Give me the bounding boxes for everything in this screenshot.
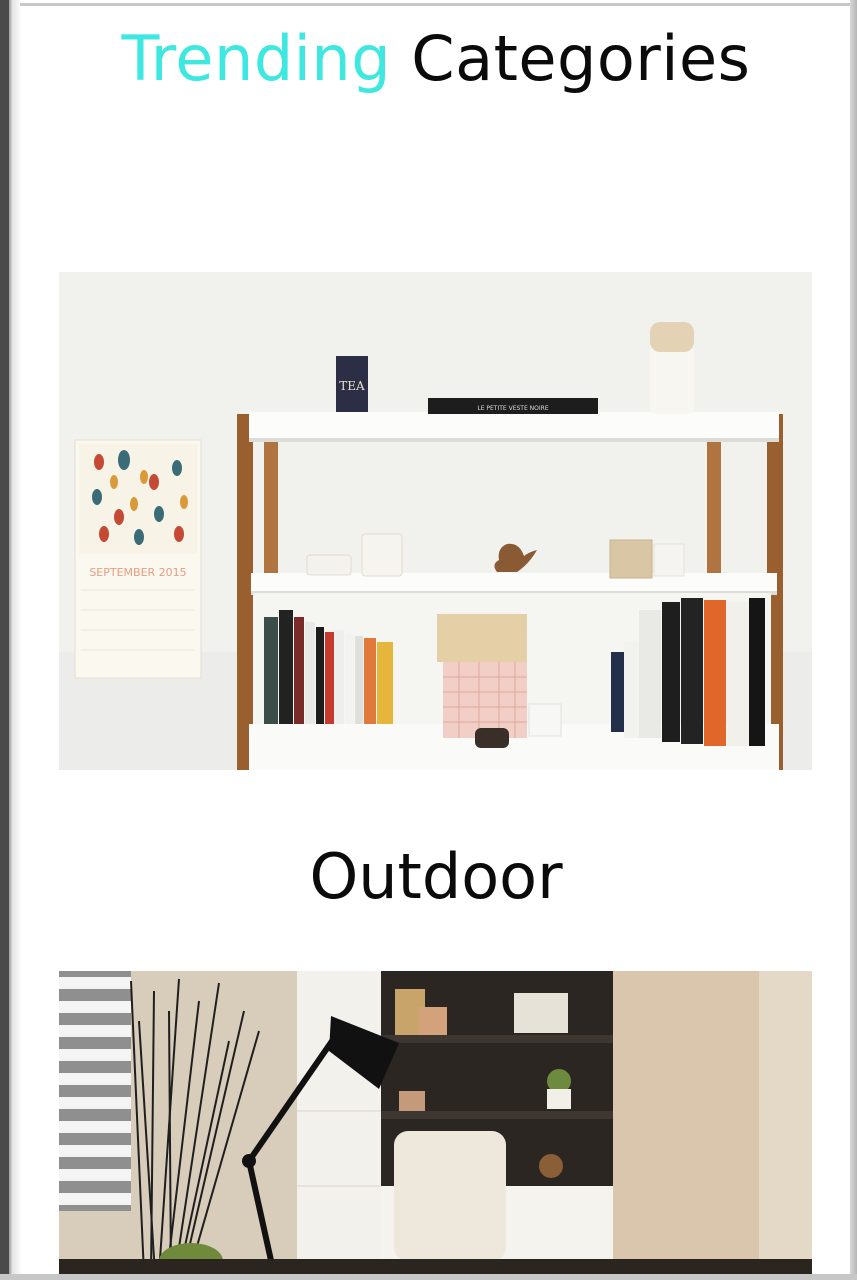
category-image-office[interactable] xyxy=(59,971,812,1274)
heading-accent-word: Trending xyxy=(121,22,392,95)
window-blinds xyxy=(59,971,131,1211)
category-image-bookshelf[interactable]: SEPTEMBER 2015 TEA LE PETITE VESTE NOIRE xyxy=(59,272,812,770)
screen-right-edge xyxy=(850,0,857,1280)
pink-box xyxy=(443,662,527,738)
office-chair xyxy=(394,1131,506,1261)
screen-left-edge xyxy=(0,0,12,1280)
category-title-outdoor[interactable]: Outdoor xyxy=(0,840,857,913)
heading-main-word: Categories xyxy=(411,22,751,95)
white-cabinet xyxy=(297,971,381,1274)
screen-left-shadow xyxy=(12,0,22,1280)
kraft-box xyxy=(437,614,527,662)
tea-box-text: TEA xyxy=(339,379,365,393)
bottom-divider xyxy=(0,1274,857,1280)
section-heading: Trending Categories xyxy=(0,22,857,95)
top-divider xyxy=(20,3,850,6)
calendar-month-text: SEPTEMBER 2015 xyxy=(89,566,186,579)
wall-calendar: SEPTEMBER 2015 xyxy=(74,439,202,679)
bookshelf-photo-graphic: SEPTEMBER 2015 TEA LE PETITE VESTE NOIRE xyxy=(59,272,812,770)
top-book-text: LE PETITE VESTE NOIRE xyxy=(477,405,548,412)
office-photo-graphic xyxy=(59,971,812,1274)
